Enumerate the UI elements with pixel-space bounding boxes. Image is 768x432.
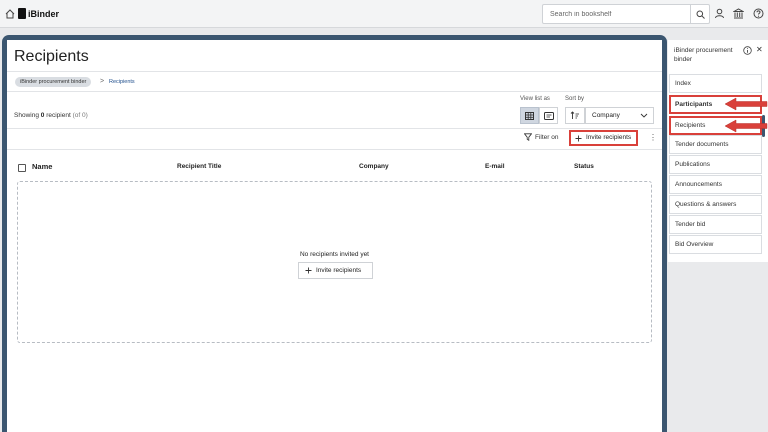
- filter-label: Filter on: [535, 133, 559, 141]
- plus-icon: [575, 135, 582, 141]
- callout-arrow-icon: [724, 119, 768, 133]
- more-options-icon[interactable]: ⋮: [649, 133, 657, 142]
- table-view-button[interactable]: [520, 107, 539, 124]
- showing-total: (of 0): [72, 112, 88, 119]
- empty-invite-label: Invite recipients: [316, 267, 362, 274]
- sidebar-item-publications[interactable]: Publications: [669, 155, 762, 174]
- empty-state-text: No recipients invited yet: [299, 251, 369, 258]
- help-icon[interactable]: [753, 8, 764, 19]
- divider: [7, 149, 662, 150]
- logo-mark-icon: [18, 8, 26, 19]
- card-view-button[interactable]: [539, 107, 558, 124]
- binder-sidebar: iBinder procurement binder ✕ Index Parti…: [668, 40, 768, 262]
- sort-direction-button[interactable]: [565, 107, 585, 124]
- column-header-name[interactable]: Name: [32, 162, 52, 171]
- sidebar-item-tender-documents[interactable]: Tender documents: [669, 135, 762, 154]
- empty-state: No recipients invited yet Invite recipie…: [17, 181, 652, 343]
- chevron-down-icon: [640, 113, 648, 118]
- breadcrumb-separator: >: [100, 78, 105, 85]
- column-header-email[interactable]: E-mail: [485, 163, 505, 170]
- showing-number: 0: [40, 112, 45, 119]
- sort-by-label: Sort by: [565, 96, 585, 102]
- info-icon[interactable]: [743, 46, 752, 55]
- search-icon: [696, 10, 705, 19]
- logo-text: iBinder: [28, 8, 60, 19]
- column-header-recipient-title[interactable]: Recipient Title: [177, 163, 221, 170]
- callout-arrow-icon: [724, 97, 768, 111]
- sidebar-item-bid-overview[interactable]: Bid Overview: [669, 235, 762, 254]
- sort-select-value: Company: [592, 112, 620, 119]
- search-input[interactable]: [543, 5, 691, 23]
- select-all-checkbox[interactable]: [18, 164, 26, 172]
- showing-prefix: Showing: [14, 112, 39, 119]
- home-icon[interactable]: [5, 9, 15, 19]
- column-header-company[interactable]: Company: [359, 163, 389, 170]
- sort-ascending-icon: [570, 111, 579, 119]
- search-box: [542, 4, 710, 24]
- bookshelf-icon[interactable]: [733, 8, 744, 19]
- divider: [7, 71, 662, 72]
- user-icon[interactable]: [714, 8, 725, 19]
- sidebar-item-announcements[interactable]: Announcements: [669, 175, 762, 194]
- filter-button[interactable]: Filter on: [524, 133, 558, 141]
- sort-select[interactable]: Company: [585, 107, 654, 124]
- empty-invite-recipients-button[interactable]: Invite recipients: [298, 262, 373, 279]
- plus-icon: [305, 267, 312, 274]
- breadcrumb-current[interactable]: Recipients: [109, 77, 135, 87]
- breadcrumb-root[interactable]: iBinder procurement binder: [15, 77, 92, 87]
- showing-count: Showing 0 recipient (of 0): [14, 112, 88, 119]
- main-panel: Recipients iBinder procurement binder > …: [7, 40, 662, 432]
- close-icon[interactable]: ✕: [756, 45, 763, 54]
- page-title: Recipients: [14, 48, 89, 65]
- table-view-icon: [525, 111, 534, 120]
- sidebar-item-index[interactable]: Index: [669, 74, 762, 93]
- invite-recipients-button[interactable]: Invite recipients: [569, 130, 638, 146]
- card-view-icon: [543, 111, 554, 120]
- ibinder-logo[interactable]: iBinder: [18, 8, 59, 19]
- sidebar-item-tender-bid[interactable]: Tender bid: [669, 215, 762, 234]
- search-button[interactable]: [690, 5, 709, 23]
- showing-unit: recipient: [46, 112, 71, 119]
- top-bar: iBinder: [0, 0, 768, 28]
- column-header-status[interactable]: Status: [574, 163, 594, 170]
- sidebar-item-questions-answers[interactable]: Questions & answers: [669, 195, 762, 214]
- view-list-label: View list as: [520, 96, 550, 102]
- invite-recipients-label: Invite recipients: [586, 134, 632, 141]
- divider: [7, 128, 662, 129]
- divider: [7, 91, 662, 92]
- filter-icon: [524, 133, 532, 141]
- sidebar-title: iBinder procurement binder: [674, 47, 733, 63]
